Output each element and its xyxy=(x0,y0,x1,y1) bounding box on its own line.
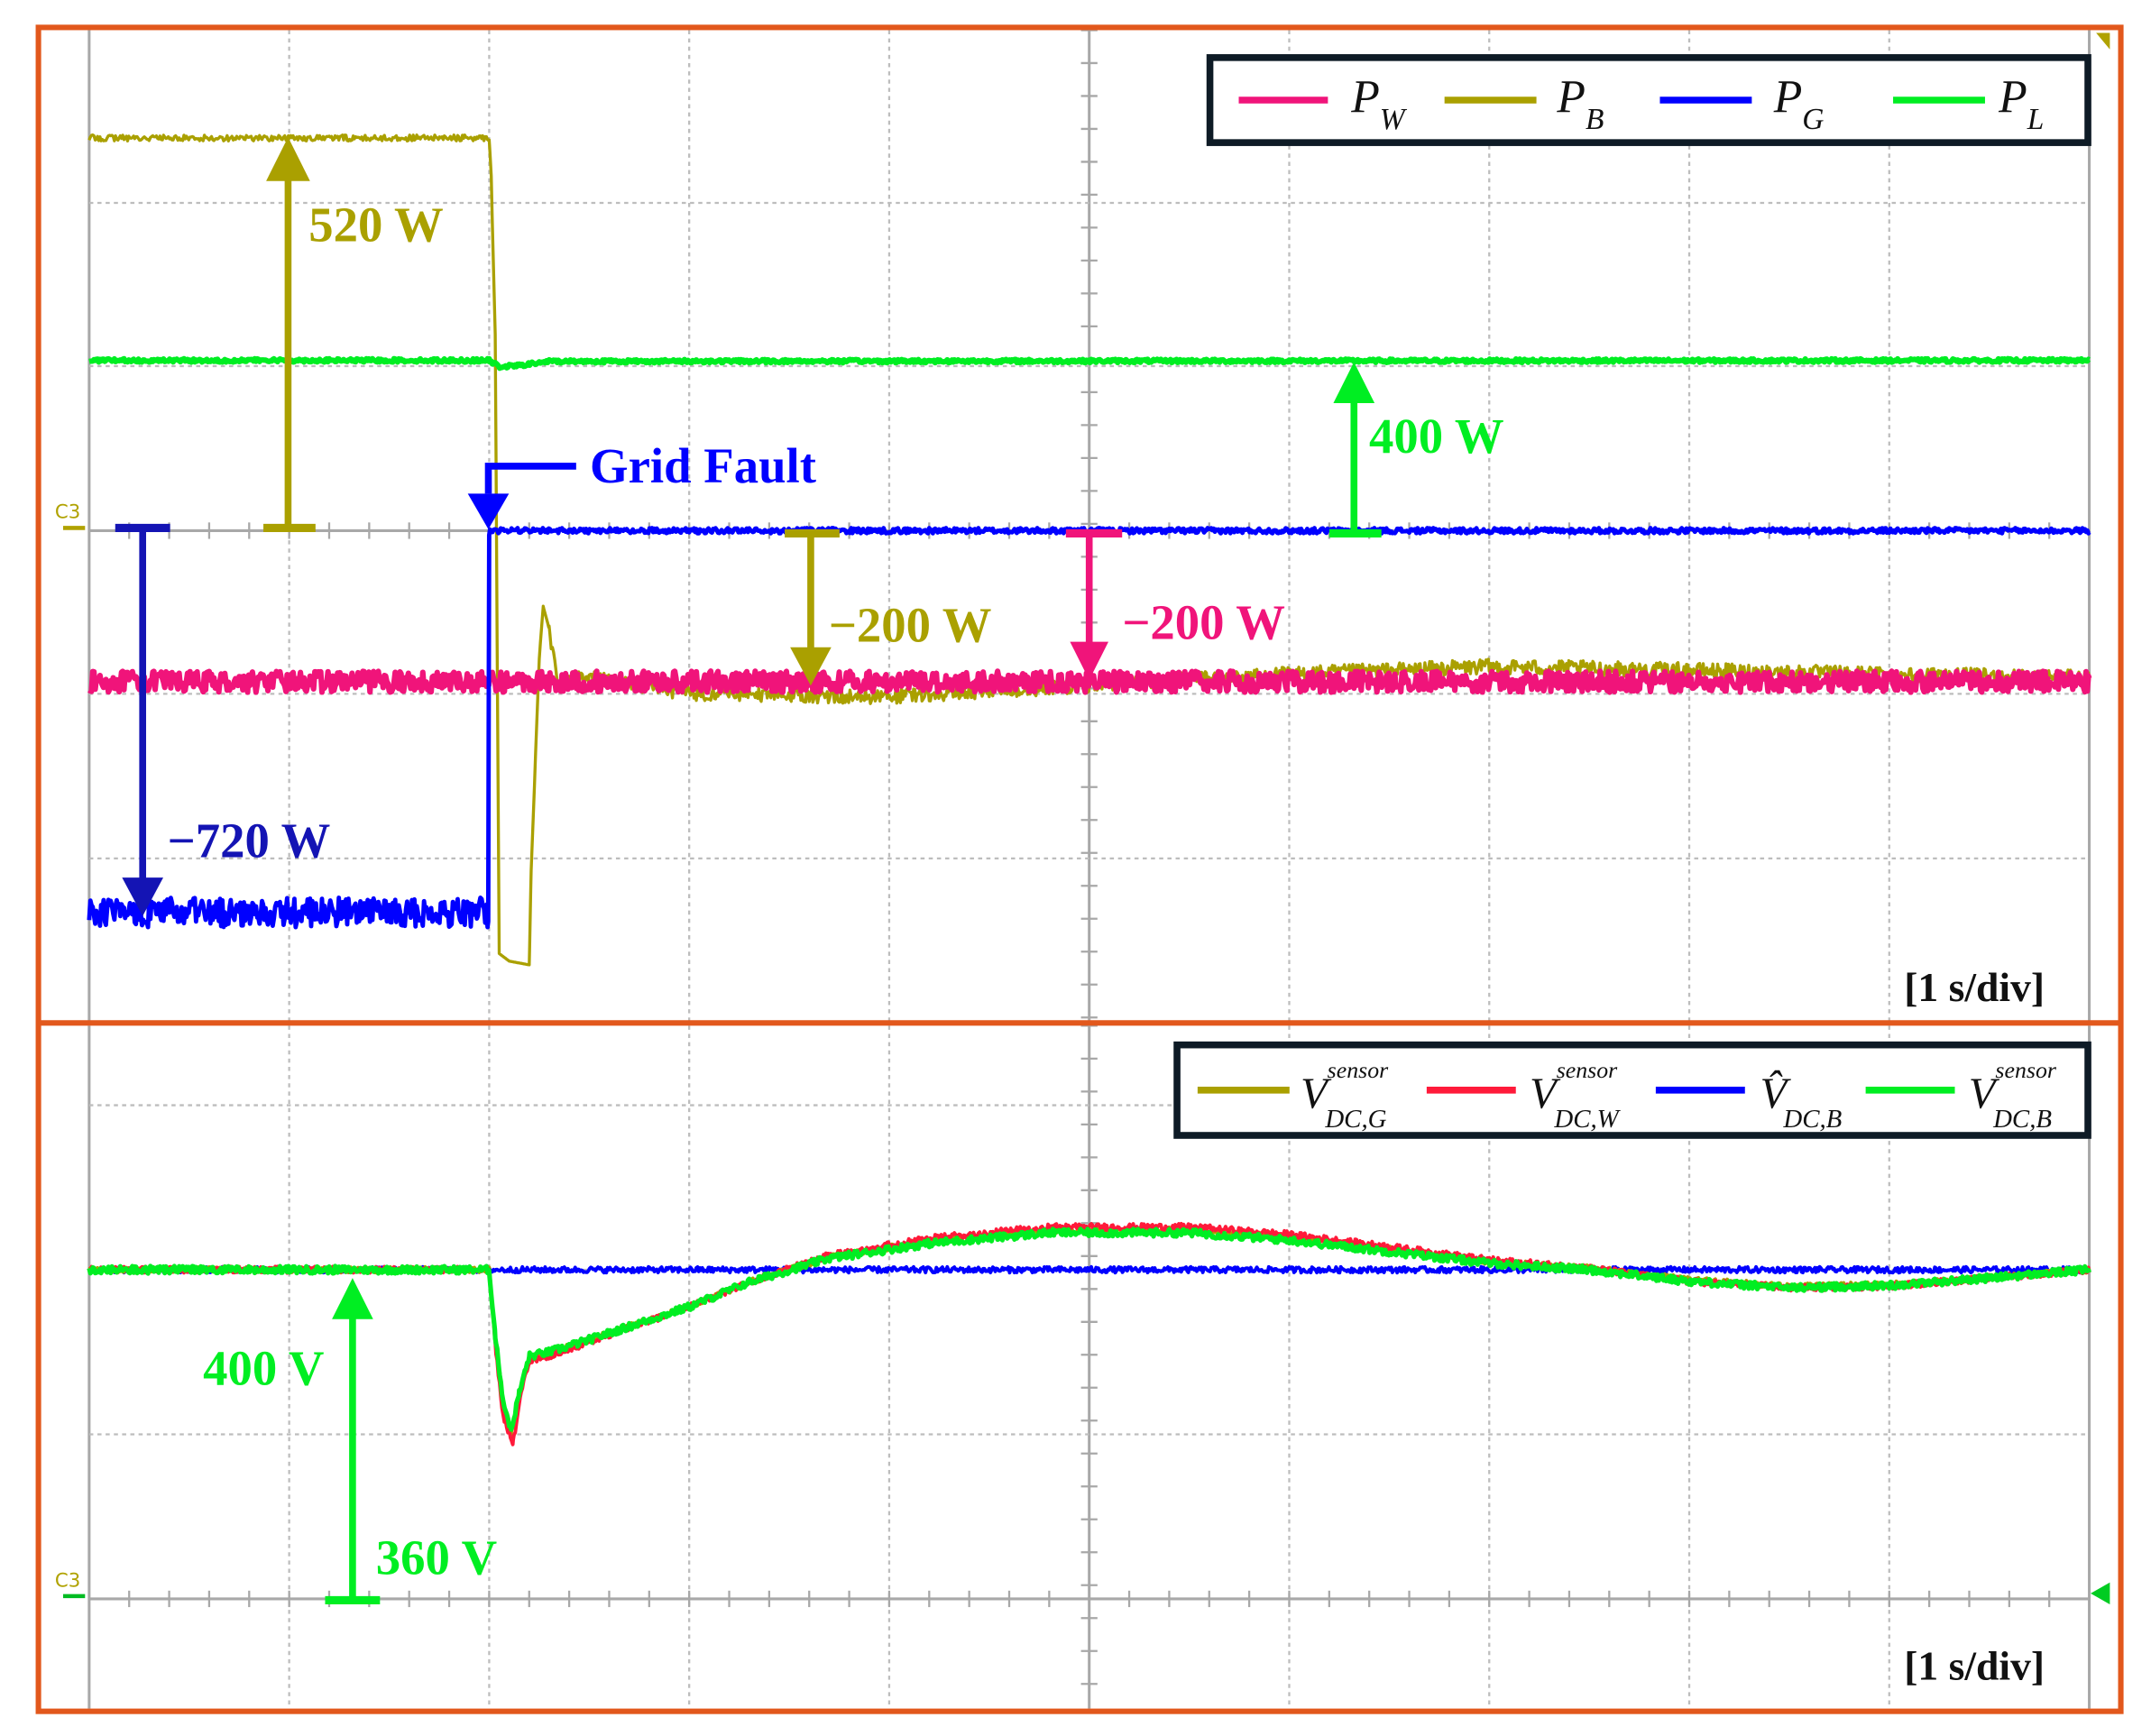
timebase-label-bottom: [1 s/div] xyxy=(1904,1643,2045,1689)
svg-text:Grid Fault: Grid Fault xyxy=(590,438,816,493)
svg-text:520 W: 520 W xyxy=(308,197,444,253)
oscilloscope-figure: C3 C3 PW PB PG PL Vsensor DC,G Vsensor DC,… xyxy=(0,0,2151,1736)
svg-text:−200 W: −200 W xyxy=(829,598,992,653)
svg-text:−720 W: −720 W xyxy=(168,813,331,868)
timebase-label-top: [1 s/div] xyxy=(1904,964,2045,1010)
svg-text:−200 W: −200 W xyxy=(1122,595,1285,650)
voltage-level-label: 400 V xyxy=(203,1341,324,1396)
legend-voltage: Vsensor DC,G Vsensor DC,W V̂ DC,B Vsensor DC… xyxy=(1173,1041,2091,1139)
svg-text:400 W: 400 W xyxy=(1369,409,1504,464)
legend-power: PW PB PG PL xyxy=(1206,54,2091,146)
voltage-offset-label: 360 V xyxy=(376,1530,497,1585)
channel-marker-bottom: C3 xyxy=(55,1569,80,1592)
channel-marker-top: C3 xyxy=(55,501,80,524)
